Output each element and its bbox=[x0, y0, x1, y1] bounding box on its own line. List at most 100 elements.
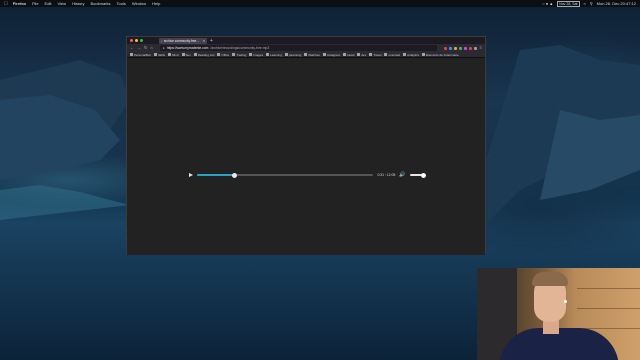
extension-icon[interactable] bbox=[443, 46, 447, 50]
webcam-wood-plank bbox=[577, 308, 640, 309]
reload-icon[interactable]: ↻ bbox=[144, 46, 147, 50]
bookmark-label: Reading List bbox=[197, 52, 215, 57]
tab-title: archive.community.free... bbox=[163, 38, 199, 43]
bookmark-item[interactable]: Reading List bbox=[193, 52, 215, 57]
bookmark-item[interactable]: PersonalBox bbox=[130, 53, 151, 57]
menu-tools[interactable]: Tools bbox=[117, 1, 126, 6]
bookmark-item[interactable]: unsorted bbox=[384, 53, 400, 57]
menu-history[interactable]: History bbox=[72, 1, 84, 6]
extension-icon[interactable] bbox=[453, 46, 457, 50]
wifi-icon[interactable]: ≈ bbox=[584, 1, 586, 6]
bookmark-item[interactable]: Instagram bbox=[322, 52, 341, 57]
webcam-person-neck bbox=[543, 320, 559, 334]
bookmark-label: Trading bbox=[236, 52, 247, 57]
bookmark-label: Travel bbox=[373, 52, 382, 57]
menu-file[interactable]: File bbox=[32, 1, 38, 6]
bookmark-item[interactable]: Learning bbox=[266, 53, 282, 57]
extension-icon[interactable] bbox=[473, 46, 477, 50]
volume-slider[interactable] bbox=[409, 172, 426, 178]
bookmark-label: unsorted bbox=[388, 52, 401, 57]
bookmark-label: Sex bbox=[185, 52, 191, 57]
current-time: 0:31 bbox=[377, 173, 385, 177]
bookmark-label: dev bbox=[361, 52, 367, 57]
seek-handle[interactable] bbox=[231, 172, 237, 178]
menu-edit[interactable]: Edit bbox=[45, 1, 52, 6]
menu-bar-status: ○ ● ▲ Nov 28, Sat ≈ ⚲ Mon 28. Dec 20:47:… bbox=[542, 0, 636, 7]
webcam-person-hair bbox=[532, 272, 568, 286]
bookmark-label: Watches bbox=[308, 52, 320, 57]
bookmark-item[interactable]: Skills bbox=[154, 53, 165, 57]
bookmark-item[interactable]: Trading bbox=[232, 53, 246, 57]
tab-active[interactable]: ♪ archive.community.free... × bbox=[159, 37, 207, 44]
apple-icon[interactable]:  bbox=[4, 1, 8, 7]
folder-icon bbox=[403, 53, 407, 56]
extension-icon[interactable] bbox=[458, 46, 462, 50]
bookmark-item[interactable]: Watches bbox=[304, 53, 320, 57]
bookmark-item[interactable]: Head bbox=[343, 53, 354, 57]
bookmark-item[interactable]: Office bbox=[217, 53, 229, 57]
folder-icon bbox=[384, 53, 388, 56]
url-path: /archive/recordings/community-free.mp3 bbox=[210, 46, 270, 50]
webcam-earbud bbox=[564, 300, 567, 303]
audio-player: 0:31 / 12:05 🔊 bbox=[189, 171, 426, 179]
minimize-window-button[interactable] bbox=[135, 39, 138, 42]
bookmark-item[interactable]: parenting bbox=[284, 52, 302, 57]
url-host: https://www.myrradente.com bbox=[166, 46, 209, 50]
browser-window: ♪ archive.community.free... × + ← → ↻ ⌂ … bbox=[126, 36, 486, 255]
bookmark-item[interactable]: Elements de Grammaire bbox=[422, 53, 459, 57]
menu-window[interactable]: Window bbox=[132, 1, 146, 6]
folder-icon bbox=[217, 53, 221, 56]
bookmark-label: Head bbox=[347, 52, 355, 57]
folder-icon bbox=[249, 53, 253, 56]
webcam-person-shirt bbox=[499, 328, 619, 360]
time-display: 0:31 / 12:05 bbox=[377, 173, 395, 177]
close-icon[interactable]: × bbox=[203, 39, 205, 43]
bookmark-item[interactable]: dev bbox=[357, 53, 366, 57]
folder-icon bbox=[422, 53, 426, 56]
folder-icon bbox=[369, 53, 373, 56]
search-icon[interactable]: ⚲ bbox=[590, 1, 593, 6]
bookmark-label: Analytics bbox=[407, 52, 420, 57]
bookmark-label: parenting bbox=[288, 52, 302, 57]
page-content: 0:31 / 12:05 🔊 bbox=[127, 58, 485, 255]
menu-view[interactable]: View bbox=[57, 1, 66, 6]
menu-bookmarks[interactable]: Bookmarks bbox=[91, 1, 111, 6]
bookmark-item[interactable]: Travel bbox=[369, 53, 381, 57]
new-tab-button[interactable]: + bbox=[210, 38, 213, 44]
folder-icon bbox=[130, 53, 133, 56]
status-icons[interactable]: ○ ● ▲ bbox=[542, 1, 553, 6]
home-icon[interactable]: ⌂ bbox=[150, 46, 152, 50]
extension-icon[interactable] bbox=[463, 46, 467, 50]
duration: 12:05 bbox=[386, 173, 396, 177]
bookmark-item[interactable]: Sex bbox=[181, 52, 191, 57]
menu-app-name[interactable]: Firefox bbox=[13, 1, 26, 6]
menubar-clock[interactable]: Mon 28. Dec 20:47:12 bbox=[597, 1, 636, 6]
folder-icon bbox=[357, 53, 361, 56]
forward-icon[interactable]: → bbox=[137, 46, 141, 50]
extension-icon[interactable] bbox=[448, 46, 452, 50]
folder-icon bbox=[154, 53, 158, 56]
volume-handle[interactable] bbox=[421, 172, 426, 178]
seek-bar[interactable] bbox=[197, 172, 374, 178]
bookmark-label: Instagram bbox=[326, 52, 341, 57]
bookmark-item[interactable]: Mind bbox=[168, 53, 179, 57]
lock-icon: ● bbox=[162, 46, 165, 50]
play-icon[interactable] bbox=[189, 173, 193, 177]
seek-progress bbox=[197, 174, 235, 176]
close-window-button[interactable] bbox=[130, 39, 133, 42]
folder-icon bbox=[343, 53, 347, 56]
speaker-icon[interactable]: 🔊 bbox=[399, 172, 405, 178]
bookmark-label: Elements de Grammaire bbox=[426, 52, 459, 57]
bookmark-item[interactable]: Analytics bbox=[403, 53, 419, 57]
extension-icon[interactable] bbox=[468, 46, 472, 50]
maximize-window-button[interactable] bbox=[140, 39, 143, 42]
menu-help[interactable]: Help bbox=[152, 1, 160, 6]
bookmark-item[interactable]: Images bbox=[249, 53, 263, 57]
folder-icon bbox=[181, 53, 185, 56]
back-icon[interactable]: ← bbox=[130, 46, 134, 50]
folder-icon bbox=[322, 53, 326, 56]
status-badge[interactable]: Nov 28, Sat bbox=[557, 0, 580, 7]
webcam-overlay bbox=[477, 268, 640, 360]
address-bar[interactable]: ● https://www.myrradente.com /archive/re… bbox=[159, 45, 437, 51]
menu-icon[interactable]: ≡ bbox=[480, 46, 482, 50]
